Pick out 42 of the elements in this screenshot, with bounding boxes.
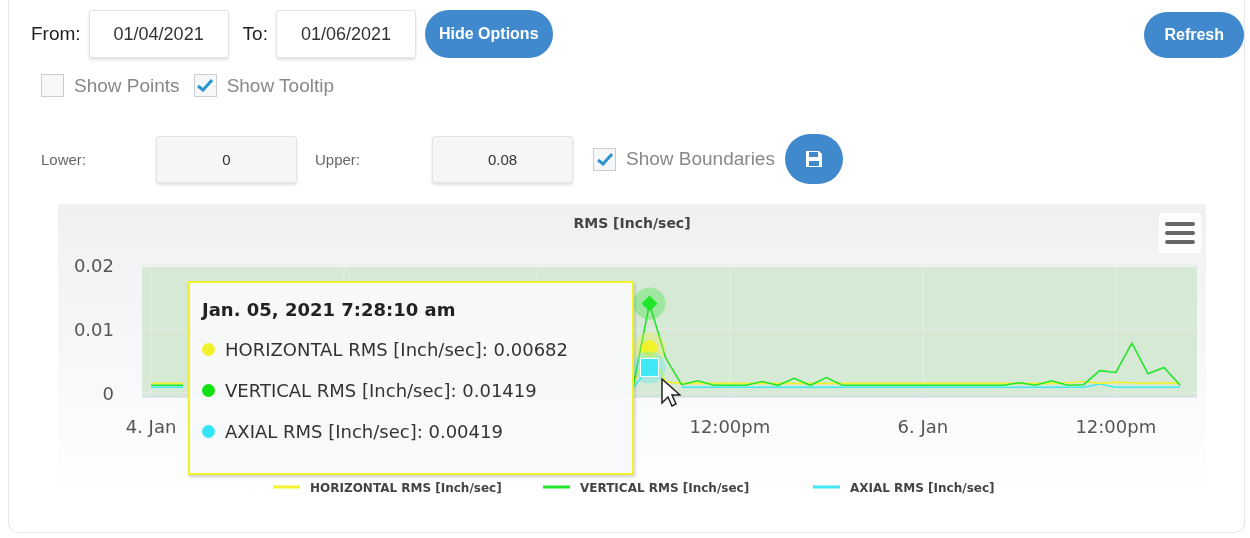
legend-swatch [273, 485, 300, 489]
checkbox-label: Show Points [74, 74, 180, 97]
tooltip-entry: AXIAL RMS [Inch/sec]: 0.00419 [225, 421, 503, 442]
menu-button[interactable] [1159, 213, 1201, 253]
check-icon [197, 79, 214, 92]
to-label: To: [242, 23, 268, 45]
save-button[interactable] [784, 134, 843, 184]
hide-options-button[interactable]: Hide Options [424, 10, 553, 58]
upper-bound-field[interactable]: 0.08 [432, 135, 573, 183]
lower-label: Lower: [41, 150, 88, 168]
upper-label: Upper: [315, 150, 362, 168]
legend-label[interactable]: VERTICAL RMS [Inch/sec] [580, 481, 750, 495]
legend-swatch [543, 485, 570, 489]
check-icon [596, 152, 613, 166]
chart-title: RMS [Inch/sec] [573, 215, 691, 231]
y-axis-label: 0 [102, 383, 114, 404]
checkbox[interactable] [593, 147, 616, 171]
x-axis-label: 4. Jan [125, 416, 177, 437]
to-date-field[interactable]: 01/06/2021 [275, 10, 416, 58]
x-axis-label: 6. Jan [897, 416, 949, 437]
checkbox[interactable] [193, 74, 217, 97]
y-axis-label: 0.02 [73, 255, 114, 276]
hover-marker [633, 287, 666, 320]
checkbox[interactable] [41, 74, 64, 97]
legend-label[interactable]: HORIZONTAL RMS [Inch/sec] [310, 481, 502, 495]
legend-label[interactable]: AXIAL RMS [Inch/sec] [850, 481, 995, 495]
from-label: From: [31, 23, 81, 45]
tooltip-entry: HORIZONTAL RMS [Inch/sec]: 0.00682 [225, 339, 569, 360]
y-axis-label: 0.01 [73, 319, 114, 340]
checkbox-label: Show Boundaries [626, 148, 775, 170]
lower-bound-field[interactable]: 0 [156, 135, 297, 183]
from-date-field[interactable]: 01/04/2021 [88, 10, 229, 58]
mouse-pointer-icon [661, 378, 681, 408]
x-axis-label: 12:00pm [1075, 416, 1157, 437]
menu-icon [1165, 221, 1195, 245]
x-axis-label: 12:00pm [689, 416, 771, 437]
tooltip-entry: VERTICAL RMS [Inch/sec]: 0.01419 [225, 380, 537, 401]
checkbox-label: Show Tooltip [226, 74, 334, 97]
tooltip-title: Jan. 05, 2021 7:28:10 am [202, 299, 457, 320]
refresh-button[interactable]: Refresh [1144, 12, 1244, 58]
hover-marker [633, 351, 666, 384]
legend-swatch [813, 485, 840, 489]
